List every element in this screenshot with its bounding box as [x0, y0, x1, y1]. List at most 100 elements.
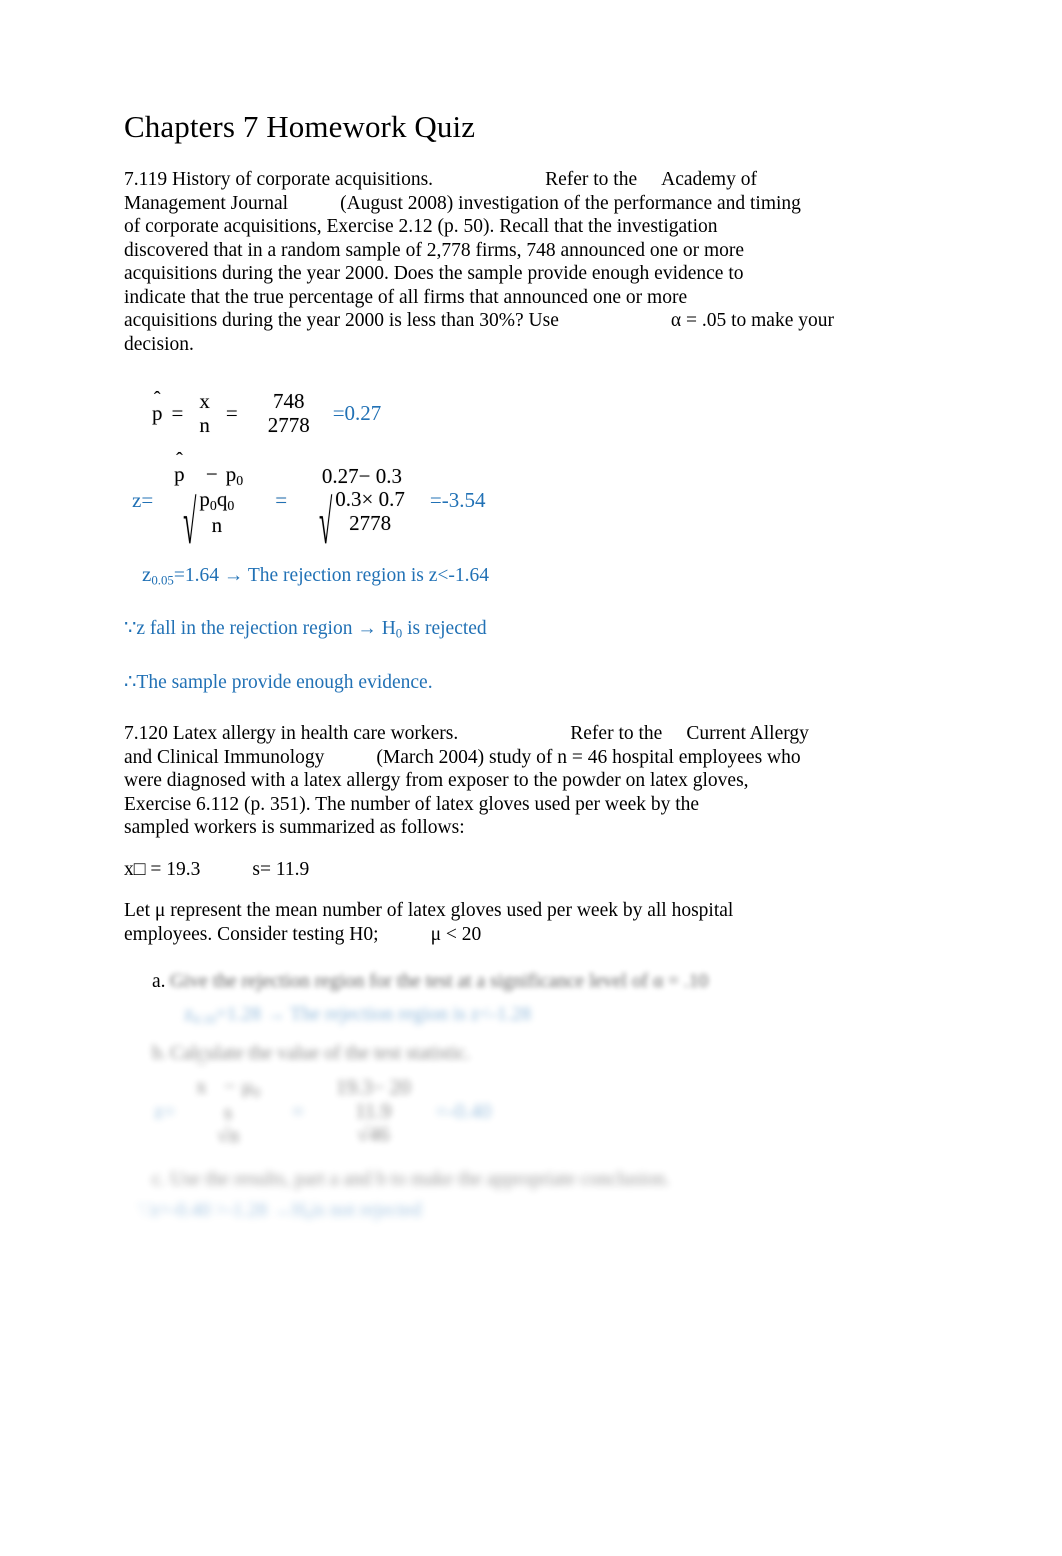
phat-result: =0.27: [332, 401, 382, 426]
z-numeric-numerator: 0.27− 0.3: [321, 463, 403, 488]
answer-a-statement: =1.28 → The rejection region is z<-1.28: [215, 1003, 531, 1025]
answer-b-equation-object: ¯ x − μ0 s √n = 19.3− 20 11.9 √46: [185, 1062, 421, 1149]
mu-letter: μ: [241, 1074, 254, 1099]
q0-subscript: 0: [227, 498, 235, 514]
z-numeric-fraction: 0.27− 0.3 √ 0.3× 0.7 2778: [312, 463, 412, 559]
problem-7119-line8: decision.: [124, 333, 194, 355]
t-main-fraction: ¯ x − μ0 s √n: [189, 1062, 267, 1148]
radicand-denominator: n: [211, 512, 223, 537]
fraction-denominator: n: [199, 412, 210, 437]
summary-statistics-line: x□ = 19.3 s= 11.9: [124, 858, 914, 882]
radical-sign-icon: √: [217, 1123, 229, 1148]
sample-sd-value: s= 11.9: [252, 858, 310, 880]
s-over-sqrt-n: s √n: [210, 1099, 246, 1148]
equals-sign-1: =: [171, 401, 184, 426]
problem-7120-statement: 7.120 Latex allergy in health care worke…: [124, 722, 914, 840]
s-letter: s: [223, 1099, 233, 1124]
equation-z-statistic: z= ˆ p − p0 √ p0q0 n = 0.27− 0.3 √ 0.3× …: [132, 450, 914, 559]
list-marker-a: a.: [152, 971, 166, 993]
z-denominator: √ p0q0 n: [180, 488, 237, 559]
h0-subscript: 0: [395, 627, 403, 642]
z-result: =-3.54: [429, 488, 486, 513]
answer-c-line: ∵z=-0.40 >-1.28 →H0is not rejected: [124, 1199, 914, 1228]
fraction-x-over-n: x n: [192, 389, 217, 437]
answer-c-part-a: ∵z=-0.40 >: [138, 1200, 227, 1222]
z-numerator: ˆ p − p0: [171, 450, 246, 488]
minus-sign: −: [205, 462, 218, 487]
conclusion-text-b: is rejected: [407, 618, 487, 640]
answer-b-equation: z= ¯ x − μ0 s √n = 19.3− 20 11.9 √46 =-0…: [154, 1062, 914, 1149]
problem-7120-line3: were diagnosed with a latex allergy from…: [124, 770, 749, 792]
problem-7119-number-title: 7.119 History of corporate acquisitions.: [124, 169, 434, 190]
phat-symbol: ˆ p: [174, 450, 185, 487]
hypothesis-line2b: μ < 20: [430, 923, 482, 945]
numeric-s: 11.9: [355, 1098, 392, 1123]
radicand: p0q0 n: [197, 488, 234, 537]
list-item: c. Use the results, part a and b to make…: [124, 1168, 914, 1192]
answer-c-part-b: -1.28 →: [226, 1200, 292, 1222]
list-item-c-text: Use the results, part a and b to make th…: [170, 1168, 670, 1190]
radical-sign-icon: √: [319, 489, 333, 559]
p0-letter: p: [225, 462, 237, 487]
square-root: √ p0q0 n: [183, 488, 234, 559]
radicand-numerator: p0q0: [199, 487, 235, 514]
problem-7119-line4: discovered that in a random sample of 2,…: [124, 239, 745, 261]
equals-sign-2: =: [225, 401, 238, 426]
radicand-numerator: 0.3× 0.7: [335, 487, 405, 512]
t-numeric-denominator: 11.9 √46: [345, 1098, 401, 1147]
problem-7119-line2-rest: (August 2008) investigation of the perfo…: [340, 192, 801, 214]
p0-subscript: 0: [209, 498, 217, 514]
list-marker-c: c.: [152, 1168, 166, 1190]
hypothesis-setup: Let μ represent the mean number of latex…: [124, 899, 914, 946]
fraction-numerator: x: [199, 389, 210, 413]
conclusion-line-2: ∴The sample provide enough evidence.: [124, 671, 433, 693]
equation-phat-object: ˆ p = x n = 748 2778: [148, 388, 321, 439]
problem-7120-line5: sampled workers is summarized as follows…: [124, 817, 465, 839]
radicand-denominator: 2778: [349, 510, 392, 535]
n-letter: n: [228, 1123, 240, 1148]
equation-z-object: ˆ p − p0 √ p0q0 n = 0.27− 0.3 √ 0.3× 0.7…: [163, 450, 416, 559]
numeric-sqrt-n: √46: [354, 1122, 393, 1147]
problem-7120-number-title: 7.120 Latex allergy in health care worke…: [124, 723, 459, 745]
problem-7119-line3: of corporate acquisitions, Exercise 2.12…: [124, 216, 718, 237]
sqrt-n: √n: [214, 1123, 242, 1148]
problem-7120-line2-rest: (March 2004) study of n = 46 hospital em…: [376, 746, 801, 768]
radical-sign-icon: √: [183, 489, 197, 559]
list-item: a. Give the rejection region for the tes…: [124, 970, 914, 994]
list-item-b-text: Calculate the value of the test statisti…: [170, 1042, 471, 1064]
equation-phat: ˆ p = x n = 748 2778 =0.27: [148, 388, 914, 439]
equals-sign-mid: =: [291, 1099, 304, 1124]
conclusion-line-1: ∵z fall in the rejection region → H0 is …: [124, 617, 914, 646]
problem-7120: 7.120 Latex allergy in health care worke…: [124, 722, 914, 1228]
problem-7119-statement: 7.119 History of corporate acquisitions.…: [124, 168, 914, 356]
radical-sign-icon: √: [356, 1122, 369, 1147]
q0-letter: q: [216, 487, 228, 512]
z-numeric-denominator: √ 0.3× 0.7 2778: [316, 487, 408, 559]
problem-7120-line4: Exercise 6.112 (p. 351). The number of l…: [124, 793, 700, 815]
problem-7119: 7.119 History of corporate acquisitions.…: [124, 168, 914, 694]
document-content: Chapters 7 Homework Quiz 7.119 History o…: [124, 108, 914, 1238]
answer-c-h-letter: H: [291, 1200, 306, 1222]
problem-7119-line7b: α = .05 to make your: [670, 310, 834, 331]
z-equals-label: z=: [132, 488, 154, 513]
problem-7119-line7a: acquisitions during the year 2000 is les…: [124, 310, 559, 331]
z-critical-subscript: 0.10: [193, 1012, 216, 1027]
numeric-n: 46: [368, 1122, 390, 1147]
xbar-symbol: ¯ x: [196, 1062, 207, 1099]
list-item: b. Calculate the value of the test stati…: [124, 1042, 914, 1066]
critical-value-line: z0.05=1.64 → The rejection region is z<-…: [124, 563, 914, 593]
sample-mean-value: x□ = 19.3: [124, 858, 201, 880]
problem-7119-journal-part2: Management Journal: [124, 192, 289, 214]
answer-c-part-d: is not rejected: [312, 1200, 422, 1222]
t-denominator: s √n: [207, 1099, 249, 1148]
p0-subscript: 0: [236, 472, 244, 488]
fraction-748-over-2778: 748 2778: [261, 389, 317, 437]
list-marker-b: b.: [152, 1042, 167, 1064]
z-equals-label: z=: [154, 1099, 176, 1124]
z-critical-symbol: z: [142, 562, 152, 587]
